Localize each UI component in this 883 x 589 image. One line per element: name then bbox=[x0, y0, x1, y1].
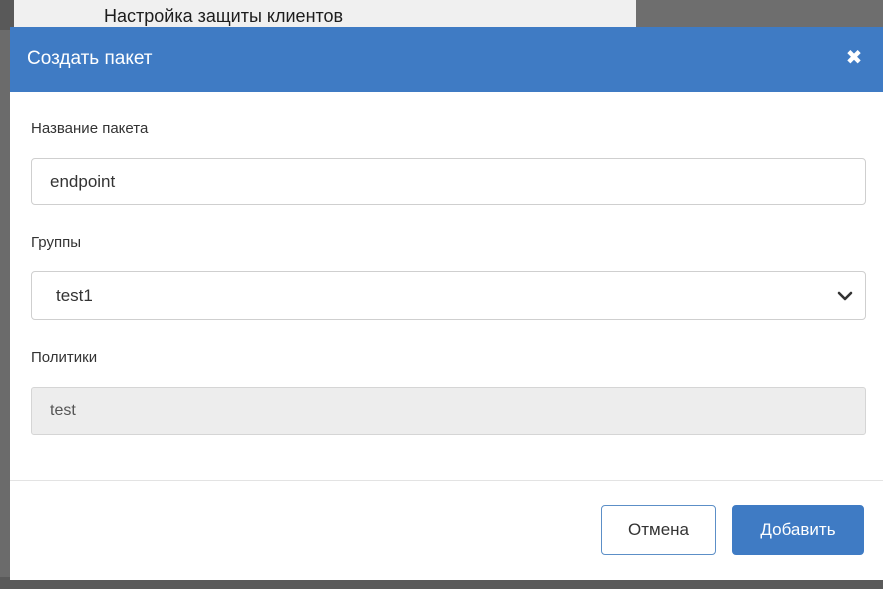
groups-selected-value: test1 bbox=[56, 286, 93, 305]
policies-value: test bbox=[50, 402, 76, 419]
policies-label: Политики bbox=[31, 349, 98, 366]
dialog-header: Создать пакет ✖ bbox=[10, 27, 883, 92]
groups-select[interactable]: test1 bbox=[31, 271, 866, 320]
groups-label: Группы bbox=[31, 234, 81, 251]
footer-divider bbox=[10, 480, 883, 481]
add-button[interactable]: Добавить bbox=[732, 505, 864, 555]
package-name-value: endpoint bbox=[50, 172, 116, 191]
background-app-strip: Настройка защиты клиентов bbox=[0, 0, 883, 30]
dialog-title: Создать пакет bbox=[27, 48, 153, 69]
background-overlay-right bbox=[636, 0, 883, 30]
background-section-title: Настройка защиты клиентов bbox=[104, 6, 344, 26]
cancel-button[interactable]: Отмена bbox=[601, 505, 716, 555]
policies-field: test bbox=[31, 387, 866, 435]
background-overlay-left bbox=[0, 0, 14, 30]
create-package-dialog: Создать пакет ✖ Название пакета endpoint… bbox=[10, 27, 883, 580]
chevron-down-icon bbox=[837, 291, 853, 301]
package-name-label: Название пакета bbox=[31, 120, 149, 137]
close-icon[interactable]: ✖ bbox=[843, 47, 865, 69]
package-name-input[interactable]: endpoint bbox=[31, 158, 866, 205]
